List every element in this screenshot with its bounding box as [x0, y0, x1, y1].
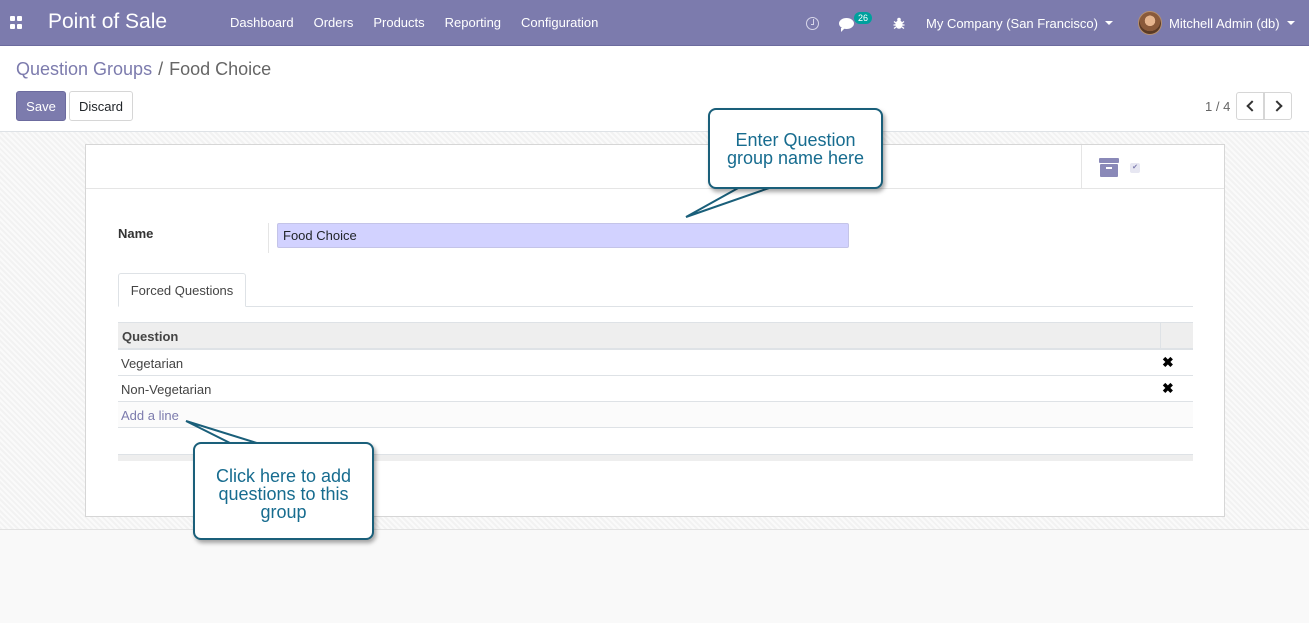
- questions-table: Question Vegetarian ✖ Non-Vegetarian ✖ A…: [118, 322, 1193, 461]
- bug-icon: [893, 17, 905, 29]
- active-toggle-icon[interactable]: ✔: [1130, 163, 1140, 173]
- discard-button[interactable]: Discard: [69, 91, 133, 121]
- tab-forced-questions[interactable]: Forced Questions: [118, 273, 246, 307]
- column-divider: [1160, 323, 1161, 349]
- chat-icon: [839, 17, 854, 32]
- field-divider: [268, 223, 269, 253]
- add-line-row: Add a line: [118, 402, 1193, 428]
- page-footer-area: [0, 530, 1309, 623]
- table-row[interactable]: Non-Vegetarian ✖: [118, 376, 1193, 402]
- callout-text-line: questions to this: [218, 484, 349, 504]
- top-navbar: Point of Sale Dashboard Orders Products …: [0, 0, 1309, 46]
- debug-button[interactable]: [893, 0, 905, 46]
- question-cell[interactable]: Non-Vegetarian: [121, 382, 211, 397]
- save-button[interactable]: Save: [16, 91, 66, 121]
- user-menu[interactable]: Mitchell Admin (db): [1138, 0, 1295, 46]
- chevron-down-icon: [1104, 21, 1113, 25]
- control-panel: Question Groups / Food Choice Save Discard…: [0, 46, 1309, 132]
- table-header: Question: [118, 322, 1193, 350]
- chevron-right-icon: [1270, 100, 1283, 112]
- chevron-down-icon: [1286, 21, 1295, 25]
- breadcrumb-separator: /: [158, 59, 164, 79]
- menu-item-reporting[interactable]: Reporting: [435, 15, 511, 30]
- apps-grid-icon[interactable]: [10, 16, 23, 29]
- callout-name-hint: Enter Question group name here: [708, 108, 883, 189]
- pager-next-button[interactable]: [1264, 92, 1292, 120]
- delete-row-icon[interactable]: ✖: [1162, 355, 1174, 369]
- breadcrumb: Question Groups / Food Choice: [16, 59, 271, 80]
- menu-item-orders[interactable]: Orders: [304, 15, 364, 30]
- avatar: [1138, 11, 1162, 35]
- main-menu: Dashboard Orders Products Reporting Conf…: [220, 15, 608, 30]
- breadcrumb-parent[interactable]: Question Groups: [16, 59, 152, 79]
- callout-text-line: Click here to add: [215, 466, 352, 486]
- name-label: Name: [118, 226, 154, 241]
- menu-item-dashboard[interactable]: Dashboard: [220, 15, 304, 30]
- chevron-left-icon: [1245, 100, 1258, 112]
- user-name: Mitchell Admin (db): [1169, 15, 1280, 31]
- pager-value[interactable]: 1 / 4: [1205, 99, 1230, 114]
- callout-text-line: Enter Question: [735, 130, 856, 150]
- company-name: My Company (San Francisco): [926, 15, 1098, 31]
- activity-button[interactable]: [806, 0, 819, 46]
- message-count-badge: 26: [854, 12, 873, 24]
- button-box: ✔: [1081, 145, 1224, 189]
- question-cell[interactable]: Vegetarian: [121, 356, 183, 371]
- menu-item-configuration[interactable]: Configuration: [511, 15, 608, 30]
- callout-text-line: group: [260, 502, 307, 522]
- name-input[interactable]: [277, 223, 849, 248]
- sheet-header: ✔: [86, 145, 1224, 189]
- company-switcher[interactable]: My Company (San Francisco): [926, 0, 1113, 46]
- callout-text-line: group name here: [726, 148, 865, 168]
- column-header-question[interactable]: Question: [122, 329, 178, 344]
- table-row[interactable]: Vegetarian ✖: [118, 350, 1193, 376]
- pager-previous-button[interactable]: [1236, 92, 1264, 120]
- notebook-tabs: Forced Questions: [118, 273, 1193, 307]
- clock-icon: [806, 16, 819, 30]
- callout-add-line-hint: Click here to add questions to this grou…: [193, 442, 374, 540]
- add-line-link[interactable]: Add a line: [121, 408, 179, 423]
- breadcrumb-current: Food Choice: [169, 59, 272, 79]
- archive-icon[interactable]: [1099, 158, 1119, 178]
- delete-row-icon[interactable]: ✖: [1162, 381, 1174, 395]
- menu-item-products[interactable]: Products: [363, 15, 434, 30]
- app-title[interactable]: Point of Sale: [48, 10, 167, 34]
- messages-button[interactable]: 26: [839, 0, 873, 46]
